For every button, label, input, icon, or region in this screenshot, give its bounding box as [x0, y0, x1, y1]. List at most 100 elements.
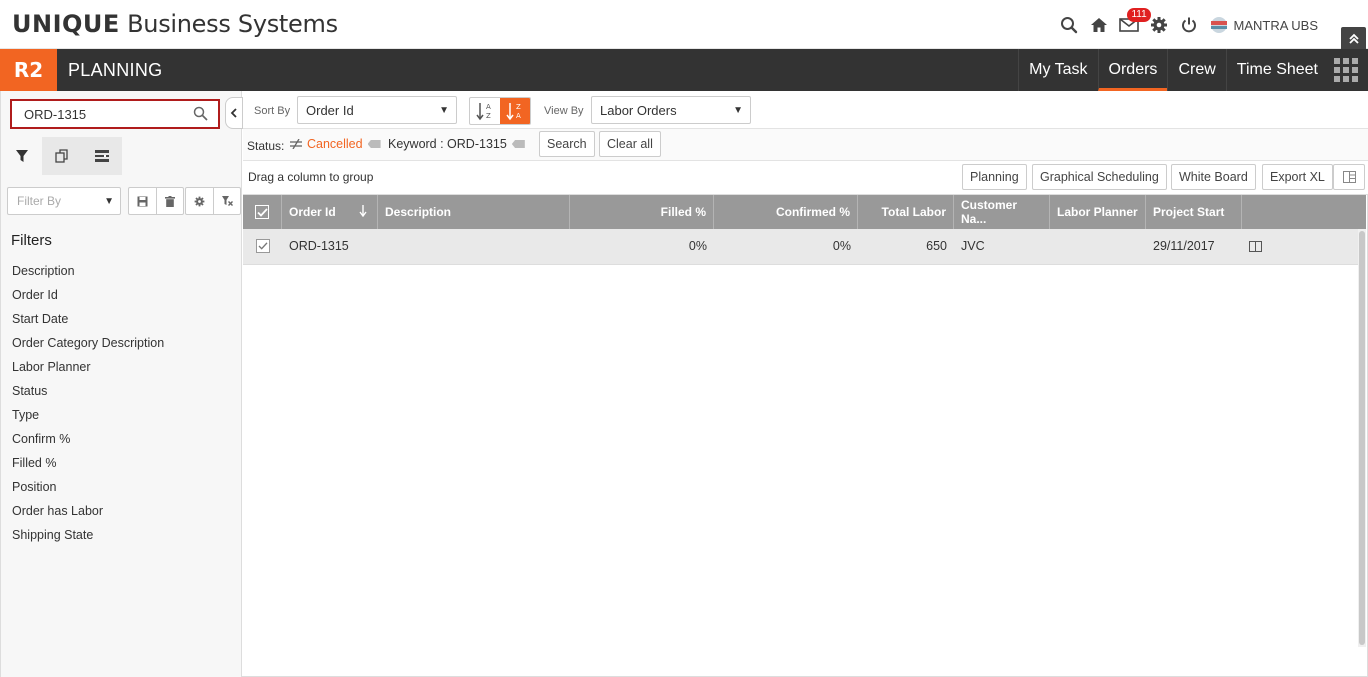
filter-item-filled-percent[interactable]: Filled % [12, 454, 164, 478]
filter-settings-group [185, 187, 241, 215]
tab-time-sheet[interactable]: Time Sheet [1225, 49, 1328, 91]
filter-by-select[interactable]: Filter By ▼ [7, 187, 121, 215]
cell-actions [1242, 229, 1358, 263]
tab-crew[interactable]: Crew [1167, 49, 1225, 91]
caret-down-icon: ▼ [733, 105, 743, 116]
filter-item-type[interactable]: Type [12, 406, 164, 430]
avatar[interactable] [1209, 15, 1229, 35]
not-equal-icon [290, 139, 302, 149]
status-chip-value: Cancelled [307, 137, 363, 151]
filter-item-confirm-percent[interactable]: Confirm % [12, 430, 164, 454]
row-select-cell [243, 229, 282, 263]
filter-item-position[interactable]: Position [12, 478, 164, 502]
filter-item-order-category-description[interactable]: Order Category Description [12, 334, 164, 358]
filter-item-shipping-state[interactable]: Shipping State [12, 526, 164, 550]
list-icon [95, 150, 109, 162]
column-header-confirmed[interactable]: Confirmed % [714, 195, 858, 229]
tab-orders[interactable]: Orders [1097, 49, 1168, 91]
column-chooser-button[interactable] [1333, 164, 1365, 190]
select-all-checkbox[interactable] [255, 205, 269, 219]
column-header-project-start[interactable]: Project Start [1146, 195, 1242, 229]
column-header-label: Order Id [289, 205, 336, 219]
columns-icon [1342, 171, 1356, 183]
filter-settings-button[interactable] [186, 188, 213, 214]
column-header-labor-planner[interactable]: Labor Planner [1050, 195, 1146, 229]
filter-list: Description Order Id Start Date Order Ca… [12, 262, 164, 550]
collapse-header-button[interactable] [1341, 27, 1366, 51]
column-header-total-labor[interactable]: Total Labor [858, 195, 954, 229]
cell-description [378, 229, 570, 263]
sort-by-select[interactable]: Order Id ▼ [297, 96, 457, 124]
filters-heading: Filters [11, 232, 52, 249]
column-header-filled[interactable]: Filled % [570, 195, 714, 229]
column-header-actions [1242, 195, 1366, 229]
column-header-label: Customer Na... [961, 198, 1018, 226]
sort-direction-group: AZ ZA [469, 97, 531, 125]
column-header-customer-name[interactable]: Customer Na... [954, 195, 1050, 229]
delete-filter-button[interactable] [156, 188, 183, 214]
cell-confirmed: 0% [832, 239, 851, 253]
sort-az-icon: AZ [476, 103, 491, 121]
gear-icon[interactable] [1149, 15, 1169, 35]
cell-total-labor: 650 [926, 239, 947, 253]
user-name[interactable]: MANTRA UBS [1233, 18, 1318, 33]
white-board-button[interactable]: White Board [1171, 164, 1256, 190]
filter-item-labor-planner[interactable]: Labor Planner [12, 358, 164, 382]
graphical-scheduling-button[interactable]: Graphical Scheduling [1032, 164, 1167, 190]
copy-icon [55, 149, 68, 163]
svg-text:Z: Z [486, 112, 491, 120]
filter-tab[interactable] [2, 137, 42, 175]
column-header-order-id[interactable]: Order Id [282, 195, 378, 229]
svg-text:A: A [486, 103, 491, 111]
table-row[interactable]: ORD-1315 0% 0% 650 JVC 29/11/2017 [243, 229, 1358, 265]
open-detail-icon[interactable] [1249, 240, 1262, 252]
filter-item-status[interactable]: Status [12, 382, 164, 406]
planning-button[interactable]: Planning [962, 164, 1027, 190]
remove-keyword-filter-icon[interactable] [511, 140, 525, 148]
column-header-description[interactable]: Description [378, 195, 570, 229]
apps-grid-icon[interactable] [1334, 58, 1358, 82]
scrollbar-thumb[interactable] [1359, 231, 1365, 645]
grid-header: Order Id Description Filled % Confirmed … [243, 195, 1366, 229]
search-icon[interactable] [1059, 15, 1079, 35]
gear-icon [194, 196, 205, 206]
filter-save-delete-group [128, 187, 184, 215]
r2-logo: R2 [0, 49, 57, 91]
column-header-label: Project Start [1153, 205, 1225, 219]
cell-filled: 0% [688, 239, 707, 253]
column-header-label: Labor Planner [1057, 205, 1138, 219]
saved-filters-tab[interactable] [42, 137, 82, 175]
filter-item-order-has-labor[interactable]: Order has Labor [12, 502, 164, 526]
export-xl-button[interactable]: Export XL [1262, 164, 1333, 190]
collapse-panel-button[interactable] [225, 97, 243, 129]
home-icon[interactable] [1089, 15, 1109, 35]
power-icon[interactable] [1179, 15, 1199, 35]
panel-tabs [2, 137, 122, 175]
clear-filter-button[interactable] [213, 188, 240, 214]
sort-by-label: Sort By [254, 105, 291, 117]
search-button[interactable]: Search [539, 131, 595, 157]
view-by-select[interactable]: Labor Orders ▼ [591, 96, 751, 124]
mail-icon[interactable]: 111 [1119, 8, 1151, 35]
search-icon[interactable] [193, 106, 208, 124]
column-header-label: Total Labor [881, 205, 946, 219]
sort-ascending-button[interactable]: AZ [470, 98, 500, 124]
sort-descending-button[interactable]: ZA [500, 98, 530, 124]
order-search-input[interactable] [24, 106, 184, 122]
column-header-label: Filled % [660, 205, 706, 219]
clear-all-button[interactable]: Clear all [599, 131, 661, 157]
save-filter-button[interactable] [129, 188, 156, 214]
filter-item-start-date[interactable]: Start Date [12, 310, 164, 334]
module-title: PLANNING [68, 60, 163, 80]
row-checkbox[interactable] [255, 239, 270, 253]
filter-item-order-id[interactable]: Order Id [12, 286, 164, 310]
columns-tab[interactable] [82, 137, 122, 175]
cell-order-id: ORD-1315 [289, 239, 349, 253]
filter-item-description[interactable]: Description [12, 262, 164, 286]
trash-icon [165, 195, 175, 207]
notification-badge: 111 [1127, 8, 1151, 22]
grid-scrollbar[interactable] [1358, 229, 1366, 647]
tab-my-task[interactable]: My Task [1018, 49, 1097, 91]
keyword-chip-value: Keyword : ORD-1315 [388, 137, 507, 151]
remove-status-filter-icon[interactable] [367, 140, 381, 148]
